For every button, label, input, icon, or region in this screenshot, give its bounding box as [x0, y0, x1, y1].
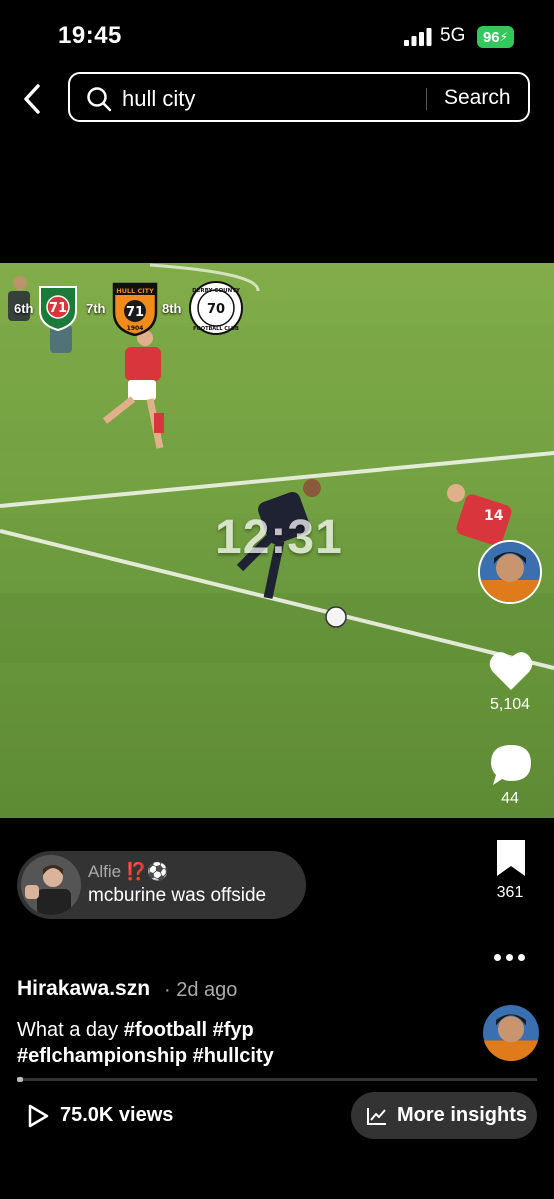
standings-points-1: 71 — [49, 301, 67, 316]
standings-rank-2: 7th — [86, 301, 106, 316]
standings-rank-1: 6th — [14, 301, 34, 316]
battery-level: 96 — [482, 28, 500, 46]
battery-indicator: 96 ⚡ — [477, 26, 514, 48]
comment-count: 44 — [501, 790, 519, 807]
football — [325, 606, 347, 628]
caption-text: What a day — [17, 1019, 119, 1041]
status-time: 19:45 — [58, 22, 122, 49]
views-count: 75.0K views — [60, 1104, 174, 1126]
comment-username: Alfie ⁉️⚽ — [88, 862, 169, 881]
signal-icon — [404, 28, 432, 46]
hull-badge-title: HULL CITY — [116, 287, 154, 295]
chart-line-icon — [367, 1108, 386, 1125]
commenter-avatar-image — [21, 855, 81, 915]
video-timer: 12:31 — [215, 511, 343, 564]
comment-text: mcburine was offside — [88, 885, 267, 906]
search-icon — [87, 87, 112, 112]
search-divider — [426, 88, 427, 110]
search-button[interactable]: Search — [444, 86, 511, 110]
like-count: 5,104 — [489, 696, 531, 713]
video-progress-track[interactable] — [17, 1078, 537, 1081]
hull-city-badge-icon: HULL CITY 71 1904 — [112, 282, 158, 336]
post-age: · 2d ago — [164, 979, 238, 1001]
hull-badge-year: 1904 — [127, 325, 144, 332]
charging-icon: ⚡ — [499, 30, 509, 44]
comment-bubble-icon[interactable] — [489, 743, 533, 787]
derby-county-badge-icon: DERBY COUNTY 70 FOOTBALL CLUB — [189, 281, 243, 335]
standings-points-2: 71 — [126, 305, 144, 320]
post-caption: What a day #football #fyp #eflchampionsh… — [17, 1017, 437, 1069]
creator-avatar[interactable] — [478, 540, 542, 604]
wrexham-badge-icon: 71 — [39, 286, 77, 331]
derby-badge-subtitle: FOOTBALL CLUB — [193, 326, 239, 332]
save-count: 361 — [496, 884, 524, 901]
derby-badge-title: DERBY COUNTY — [192, 288, 241, 294]
caption-hashtags-1[interactable]: #football #fyp — [124, 1019, 254, 1041]
standings-rank-3: 8th — [162, 301, 182, 316]
heart-icon[interactable] — [488, 650, 534, 692]
commenter-avatar[interactable] — [21, 855, 81, 915]
author-name[interactable]: Hirakawa.szn — [17, 977, 150, 1001]
network-type: 5G — [440, 25, 466, 46]
music-avatar[interactable] — [483, 1005, 539, 1061]
search-input[interactable]: hull city — [122, 86, 195, 112]
more-insights-label: More insights — [397, 1104, 528, 1126]
caption-hashtags-2[interactable]: #eflchampionship #hullcity — [17, 1045, 274, 1067]
video-progress-fill[interactable] — [17, 1077, 23, 1082]
standings-points-3: 70 — [207, 302, 225, 317]
creator-avatar-image — [480, 542, 540, 602]
music-avatar-image — [483, 1005, 539, 1061]
svg-text:14: 14 — [484, 508, 504, 524]
more-options-icon[interactable] — [494, 948, 530, 966]
play-icon — [28, 1104, 49, 1128]
bookmark-icon[interactable] — [494, 838, 528, 878]
back-arrow-icon[interactable] — [18, 82, 48, 116]
